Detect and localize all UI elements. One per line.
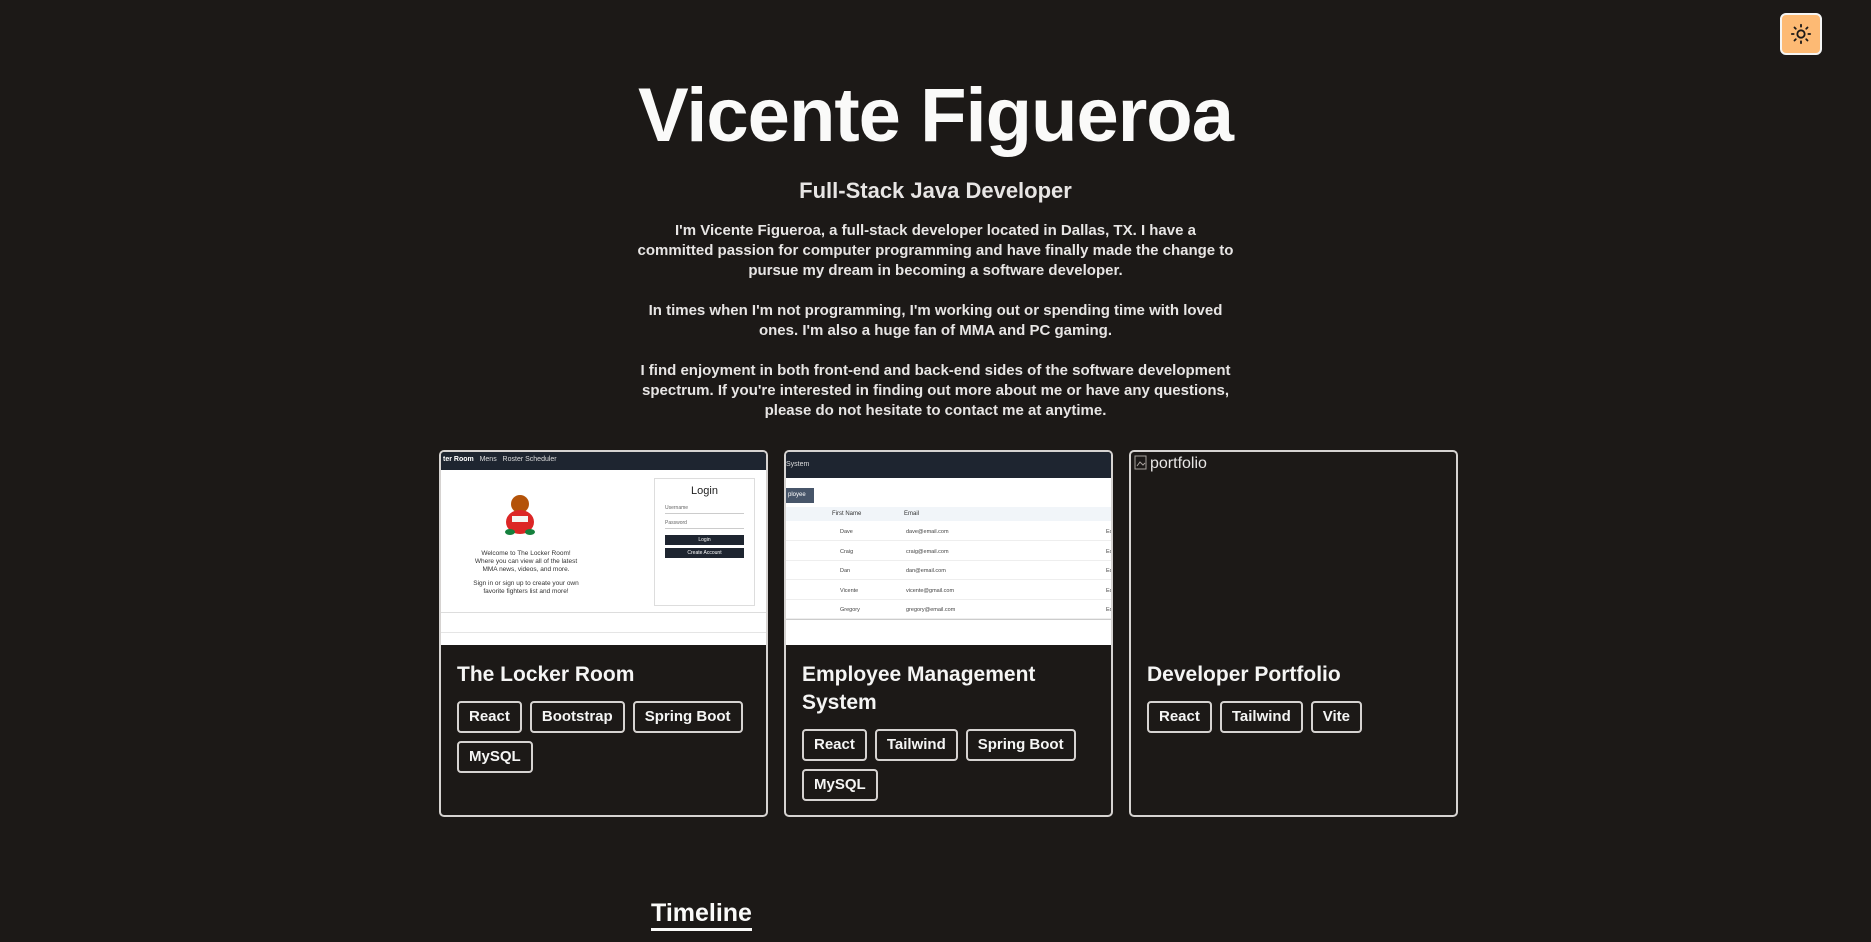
job-title: Full-Stack Java Developer [799,178,1072,203]
tech-tag: React [457,701,522,733]
project-title[interactable]: The Locker Room [457,661,750,689]
project-thumbnail[interactable]: ter Room Mens Roster Scheduler Welcome t… [441,452,766,645]
tech-tag: Spring Boot [965,729,1076,761]
page-title: Vicente Figueroa [637,73,1234,158]
project-thumbnail[interactable]: portfolio [1131,452,1456,645]
sun-icon [1790,23,1812,45]
project-title[interactable]: Developer Portfolio [1147,661,1440,689]
tech-tags: React Tailwind Spring Boot MySQL [802,729,1095,801]
project-card-locker-room[interactable]: ter Room Mens Roster Scheduler Welcome t… [439,450,768,817]
bio-paragraph: I find enjoyment in both front-end and b… [640,362,1231,419]
table-row: Dandan@email.comEdit [786,561,1111,580]
tech-tag: MySQL [802,769,878,801]
mascot-image [498,490,535,535]
tech-tag: Tailwind [1219,701,1303,733]
table-row: Craigcraig@email.comEdit [786,542,1111,561]
table-row: Vicentevicente@gmail.comEdit [786,581,1111,600]
bio-paragraph: In times when I'm not programming, I'm w… [648,302,1223,339]
timeline-heading: Timeline [651,898,752,931]
project-title[interactable]: Employee Management System [802,661,1095,717]
tech-tag: Tailwind [874,729,958,761]
tech-tag: React [1147,701,1212,733]
bio-paragraph: I'm Vicente Figueroa, a full-stack devel… [637,222,1234,279]
add-employee-mock: ployee [786,488,814,503]
image-alt-text: portfolio [1150,455,1207,472]
tech-tag: Vite [1310,701,1362,733]
tech-tag: MySQL [457,741,533,773]
table-row: Gregorygregory@email.comEdit [786,600,1111,619]
tech-tag: Bootstrap [529,701,625,733]
table-row: Davedave@email.comEdit [786,522,1111,541]
tech-tag: Spring Boot [632,701,743,733]
projects-grid: ter Room Mens Roster Scheduler Welcome t… [439,450,1458,817]
broken-image-icon [1134,455,1148,476]
mock-header: System [786,452,1111,478]
project-card-developer-portfolio[interactable]: portfolio Developer Portfolio React Tail… [1129,450,1458,817]
bio: I'm Vicente Figueroa, a full-stack devel… [636,221,1236,421]
tech-tags: React Bootstrap Spring Boot MySQL [457,701,750,773]
project-card-employee-management[interactable]: System ployee First Name Email Dave dave@… [784,450,1113,817]
table-header-mock: First Name Email [786,507,1111,521]
tech-tags: React Tailwind Vite [1147,701,1440,733]
theme-toggle-button[interactable] [1780,13,1822,55]
login-form-mock: Login Username Password Login Create Acc… [654,478,755,606]
mock-navbar: ter Room Mens Roster Scheduler [441,452,766,470]
tech-tag: React [802,729,867,761]
welcome-text: Welcome to The Locker Room! Where you ca… [473,550,579,595]
project-thumbnail[interactable]: System ployee First Name Email Dave dave@… [786,452,1111,645]
hero-section: Vicente Figueroa Full-Stack Java Develop… [0,68,1871,441]
